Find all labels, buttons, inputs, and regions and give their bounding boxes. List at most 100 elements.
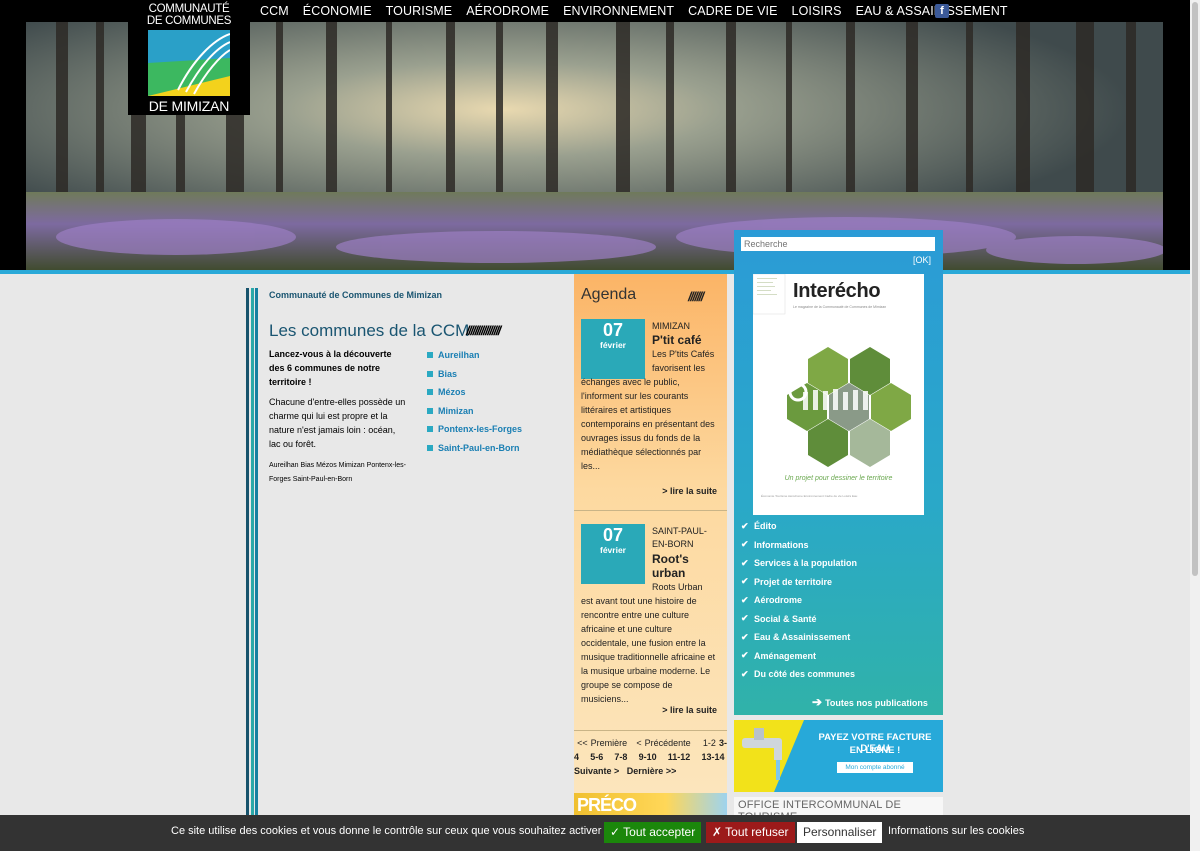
event-body: est avant tout une histoire de rencontre… xyxy=(581,596,716,704)
read-more-link[interactable]: > lire la suite xyxy=(662,705,717,715)
checkmark-icon: ✔ xyxy=(741,613,749,624)
square-bullet-icon xyxy=(427,352,433,359)
customize-cookies-button[interactable]: Personnaliser xyxy=(797,822,883,843)
event-date: 07 février xyxy=(581,319,645,379)
event-body: échanges avec le public, l'informent sur… xyxy=(581,377,715,471)
cookie-info-link[interactable]: Informations sur les cookies xyxy=(888,825,1024,837)
pager-first[interactable]: << Première xyxy=(577,738,627,748)
scrollbar-thumb[interactable] xyxy=(1192,2,1198,576)
pager-page[interactable]: 1-2 xyxy=(703,738,716,748)
water-bill-banner[interactable]: PAYEZ VOTRE FACTURE D'EAU EN LIGNE ! Mon… xyxy=(734,720,943,792)
nav-item-ccm[interactable]: CCM xyxy=(260,0,289,22)
commune-link-bias[interactable]: Bias xyxy=(427,365,522,384)
magazine-title: Interécho xyxy=(793,280,881,302)
publication-link-services[interactable]: ✔ Services à la population xyxy=(741,554,857,573)
magazine-cover[interactable]: Interécho Le magazine de la Communauté d… xyxy=(753,274,924,515)
magazine-tagline: Un projet pour dessiner le territoire xyxy=(784,475,893,482)
nav-item-loisirs[interactable]: LOISIRS xyxy=(792,0,842,22)
pager-page[interactable]: 9-10 xyxy=(639,752,657,762)
all-publications-link[interactable]: ➔ Toutes nos publications xyxy=(812,695,928,709)
section-title: Les communes de la CCM xyxy=(269,321,470,340)
square-bullet-icon xyxy=(427,444,433,451)
commune-link-mimizan[interactable]: Mimizan xyxy=(427,402,522,421)
publications-list: ✔ Édito ✔ Informations ✔ Services à la popu… xyxy=(741,517,857,684)
checkmark-icon: ✔ xyxy=(741,557,749,568)
pager-page[interactable]: 13-14 xyxy=(701,752,724,762)
publication-link-communes[interactable]: ✔ Du côté des communes xyxy=(741,665,857,684)
nav-item-environnement[interactable]: ENVIRONNEMENT xyxy=(563,0,674,22)
agenda-event: 07 février MIMIZAN P'tit café Les P'tits… xyxy=(581,319,719,509)
breadcrumb[interactable]: Communauté de Communes de Mimizan xyxy=(269,290,442,300)
preco-banner-text: PRÉCO xyxy=(577,795,637,815)
nav-item-eau-assainissement[interactable]: EAU & ASSAINISSEMENT xyxy=(856,0,1008,22)
event-title[interactable]: P'tit café xyxy=(652,333,720,347)
logo-mark xyxy=(148,30,230,96)
checkmark-icon: ✔ xyxy=(741,539,749,550)
publication-link-edito[interactable]: ✔ Édito xyxy=(741,517,857,536)
all-publications-label: Toutes nos publications xyxy=(825,698,928,708)
agenda-title: Agenda xyxy=(581,286,637,303)
search-input[interactable] xyxy=(741,237,935,251)
subscriber-account-button[interactable]: Mon compte abonné xyxy=(837,762,913,773)
event-body-side: Les P'tits Cafés favorisent les xyxy=(652,349,715,373)
pager-last[interactable]: Dernière >> xyxy=(627,766,677,776)
pager-next[interactable]: Suivante > xyxy=(574,766,619,776)
title-slashes: //////////////// xyxy=(466,323,501,338)
publication-link-eau[interactable]: ✔ Eau & Assainissement xyxy=(741,628,857,647)
checkmark-icon: ✔ xyxy=(741,520,749,531)
checkmark-icon: ✔ xyxy=(741,631,749,642)
publication-link-social[interactable]: ✔ Social & Santé xyxy=(741,610,857,629)
commune-list: Aureilhan Bias Mézos Mimizan Pontenx-les… xyxy=(427,346,522,457)
pager-page[interactable]: 11-12 xyxy=(668,752,691,762)
pager-page[interactable]: 7-8 xyxy=(614,752,627,762)
event-date: 07 février xyxy=(581,524,645,584)
accept-all-cookies-button[interactable]: ✓ Tout accepter xyxy=(604,822,702,843)
event-divider xyxy=(574,510,727,511)
event-month: février xyxy=(600,545,626,555)
tourism-office-banner[interactable]: OFFICE INTERCOMMUNAL DE TOURISME xyxy=(734,797,943,817)
square-bullet-icon xyxy=(427,426,433,433)
logo-text-top: COMMUNAUTÉ DE COMMUNES xyxy=(146,3,232,27)
checkmark-icon: ✔ xyxy=(741,650,749,661)
square-bullet-icon xyxy=(427,407,433,414)
cookie-message: Ce site utilise des cookies et vous donn… xyxy=(171,825,602,837)
publication-link-amenagement[interactable]: ✔ Aménagement xyxy=(741,647,857,666)
refuse-all-cookies-button[interactable]: ✗ Tout refuser xyxy=(706,822,795,843)
nav-item-tourisme[interactable]: TOURISME xyxy=(386,0,453,22)
cookie-consent-bar: Ce site utilise des cookies et vous donn… xyxy=(0,815,1190,851)
event-place: MIMIZAN xyxy=(652,321,690,331)
magazine-footer: Économie Tourisme Aérodrome Environnemen… xyxy=(761,494,858,498)
commune-link-saint-paul[interactable]: Saint-Paul-en-Born xyxy=(427,439,522,458)
facebook-icon[interactable]: f xyxy=(935,4,949,18)
pager-page[interactable]: 5-6 xyxy=(590,752,603,762)
event-body-side: Roots Urban xyxy=(652,582,703,592)
commune-link-mezos[interactable]: Mézos xyxy=(427,383,522,402)
publication-link-aerodrome[interactable]: ✔ Aérodrome xyxy=(741,591,857,610)
nav-item-aerodrome[interactable]: AÉRODROME xyxy=(466,0,549,22)
publication-link-informations[interactable]: ✔ Informations xyxy=(741,536,857,555)
preco-banner[interactable]: PRÉCO xyxy=(574,793,727,815)
agenda-event: 07 février SAINT-PAUL-EN-BORN Root's urb… xyxy=(581,524,719,724)
event-day: 07 xyxy=(602,525,624,545)
event-divider xyxy=(574,730,727,731)
agenda-slashes: /////// xyxy=(688,289,704,304)
nav-item-economie[interactable]: ÉCONOMIE xyxy=(303,0,372,22)
ccm-logo[interactable]: COMMUNAUTÉ DE COMMUNES DE MIMIZAN xyxy=(128,0,250,115)
intro-text: Chacune d'entre-elles possède un charme … xyxy=(269,397,406,449)
intro-bold-text: Lancez-vous à la découverte des 6 commun… xyxy=(269,349,392,387)
read-more-link[interactable]: > lire la suite xyxy=(662,486,717,496)
event-day: 07 xyxy=(602,320,624,340)
main-navigation: CCM ÉCONOMIE TOURISME AÉRODROME ENVIRONN… xyxy=(260,0,1008,22)
search-ok-button[interactable]: [OK] xyxy=(913,255,931,265)
nav-item-cadre-de-vie[interactable]: CADRE DE VIE xyxy=(688,0,777,22)
commune-link-pontenx[interactable]: Pontenx-les-Forges xyxy=(427,420,522,439)
commune-link-aureilhan[interactable]: Aureilhan xyxy=(427,346,522,365)
checkmark-icon: ✔ xyxy=(741,668,749,679)
pager-prev[interactable]: < Précédente xyxy=(636,738,690,748)
publication-link-projet[interactable]: ✔ Projet de territoire xyxy=(741,573,857,592)
event-title[interactable]: Root's urban xyxy=(652,552,720,580)
event-month: février xyxy=(600,340,626,350)
square-bullet-icon xyxy=(427,389,433,396)
agenda-pagination: << Première < Précédente 1-2 3-4 5-6 7-8… xyxy=(574,736,727,778)
water-banner-line2: EN LIGNE ! xyxy=(849,745,901,756)
